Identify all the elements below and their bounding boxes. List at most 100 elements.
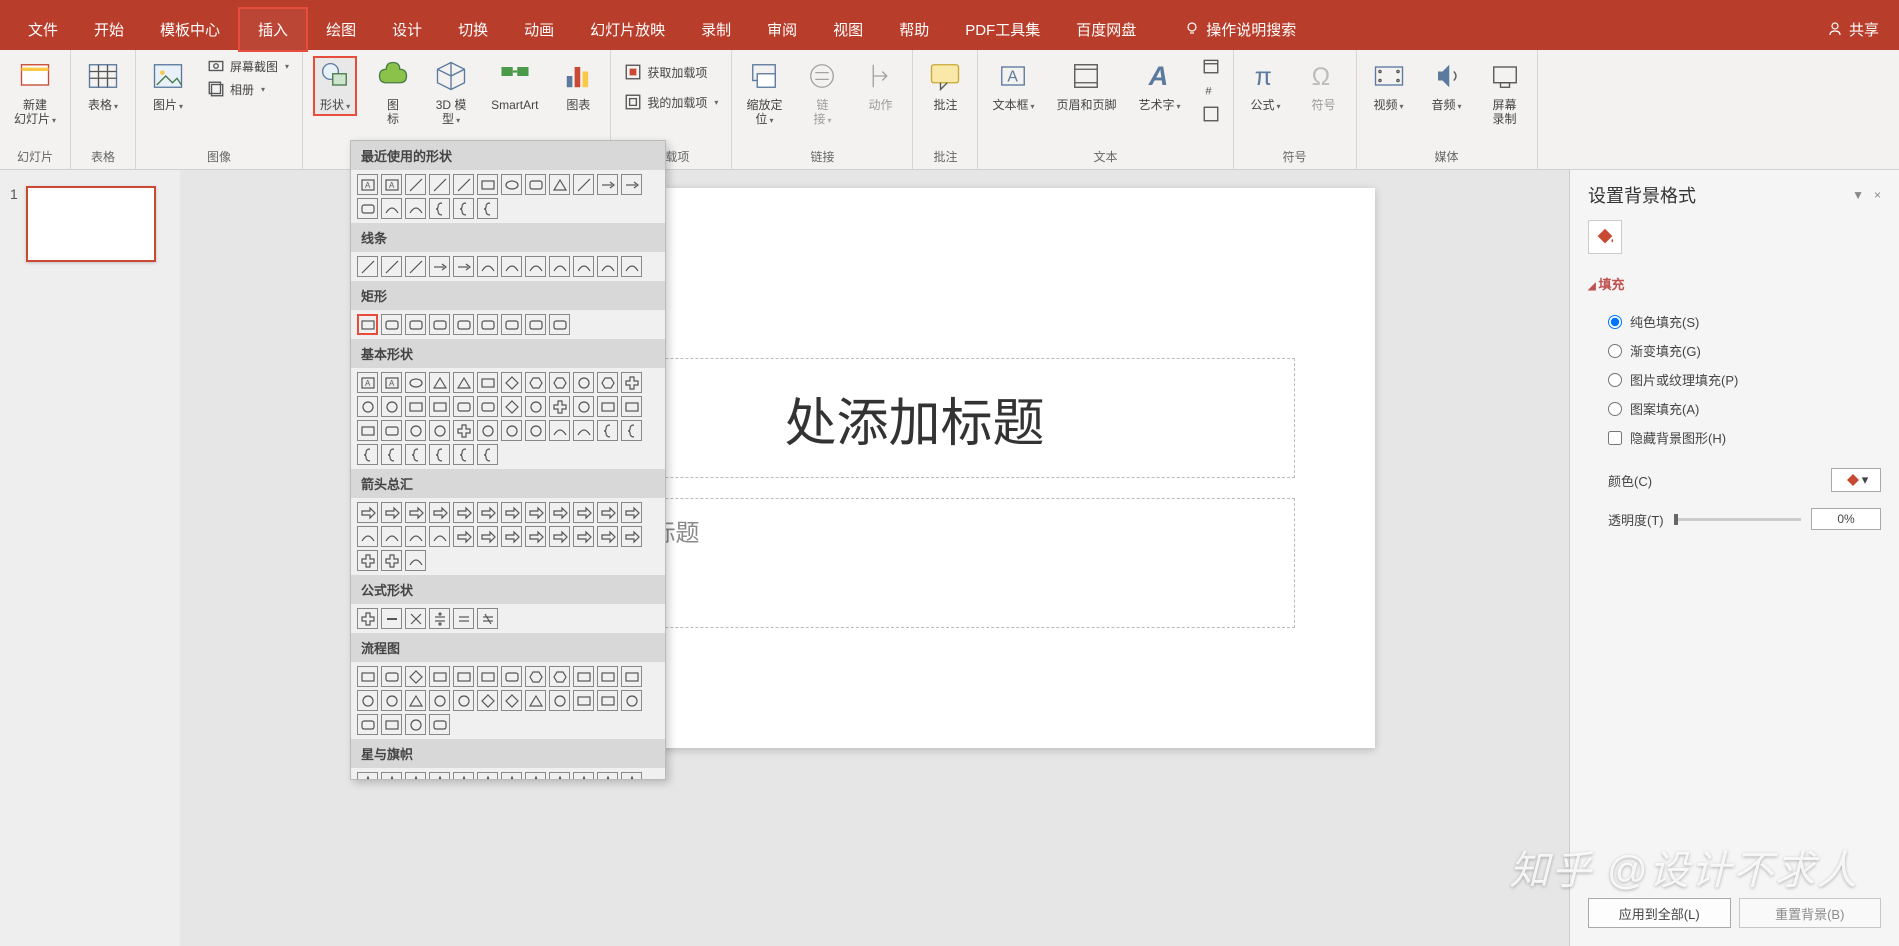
- shape-item[interactable]: A: [381, 372, 402, 393]
- shape-item[interactable]: [621, 420, 642, 441]
- color-picker-button[interactable]: ▾: [1831, 468, 1881, 492]
- shape-item[interactable]: [501, 372, 522, 393]
- tab-pdf[interactable]: PDF工具集: [947, 9, 1058, 50]
- shape-item[interactable]: [453, 256, 474, 277]
- shape-item[interactable]: [381, 444, 402, 465]
- shape-item[interactable]: [573, 666, 594, 687]
- shape-item[interactable]: [405, 550, 426, 571]
- shape-item[interactable]: [621, 772, 642, 780]
- textbox-button[interactable]: A文本框: [988, 56, 1038, 116]
- shape-item[interactable]: [525, 772, 546, 780]
- tab-draw[interactable]: 绘图: [308, 9, 374, 50]
- shape-item[interactable]: [405, 256, 426, 277]
- shape-item[interactable]: [381, 314, 402, 335]
- screen-record-button[interactable]: 屏幕录制: [1483, 56, 1527, 128]
- icons-button[interactable]: 图标: [371, 56, 415, 128]
- shape-item[interactable]: [453, 608, 474, 629]
- shape-item[interactable]: [453, 174, 474, 195]
- shape-item[interactable]: [429, 256, 450, 277]
- shape-item[interactable]: [501, 256, 522, 277]
- shape-item[interactable]: [501, 396, 522, 417]
- shape-item[interactable]: [453, 526, 474, 547]
- shape-item[interactable]: [357, 714, 378, 735]
- shape-item[interactable]: [429, 174, 450, 195]
- shape-item[interactable]: [357, 666, 378, 687]
- tab-design[interactable]: 设计: [374, 9, 440, 50]
- tab-record[interactable]: 录制: [683, 9, 749, 50]
- shape-item[interactable]: [549, 420, 570, 441]
- shape-item[interactable]: [501, 502, 522, 523]
- shape-item[interactable]: [549, 526, 570, 547]
- date-button[interactable]: [1199, 56, 1223, 76]
- shape-item[interactable]: [357, 420, 378, 441]
- shape-item[interactable]: [405, 420, 426, 441]
- tab-view[interactable]: 视图: [815, 9, 881, 50]
- shape-item[interactable]: [357, 198, 378, 219]
- shape-item[interactable]: [405, 198, 426, 219]
- shape-item[interactable]: [549, 372, 570, 393]
- shape-item[interactable]: [525, 372, 546, 393]
- shape-item[interactable]: [549, 690, 570, 711]
- shape-item[interactable]: [381, 396, 402, 417]
- tab-file[interactable]: 文件: [10, 9, 76, 50]
- shape-item[interactable]: [501, 690, 522, 711]
- shape-item[interactable]: [381, 714, 402, 735]
- shape-item[interactable]: [429, 420, 450, 441]
- shape-item[interactable]: [501, 174, 522, 195]
- shape-item[interactable]: [453, 198, 474, 219]
- thumbnail-slide-1[interactable]: [26, 186, 156, 262]
- shape-item[interactable]: [453, 690, 474, 711]
- shape-item[interactable]: [429, 502, 450, 523]
- shape-item[interactable]: [453, 420, 474, 441]
- shape-item[interactable]: [621, 666, 642, 687]
- shape-item[interactable]: [525, 174, 546, 195]
- shape-item[interactable]: [357, 550, 378, 571]
- shape-item[interactable]: [621, 690, 642, 711]
- shape-item[interactable]: [357, 314, 378, 335]
- shape-item[interactable]: [429, 444, 450, 465]
- shape-item[interactable]: [357, 526, 378, 547]
- audio-button[interactable]: 音频: [1425, 56, 1469, 116]
- shape-item[interactable]: [429, 526, 450, 547]
- shape-item[interactable]: [429, 772, 450, 780]
- shape-item[interactable]: [477, 502, 498, 523]
- shape-item[interactable]: A: [381, 174, 402, 195]
- shape-item[interactable]: [525, 314, 546, 335]
- smartart-button[interactable]: SmartArt: [487, 56, 542, 114]
- shape-item[interactable]: [597, 526, 618, 547]
- action-button[interactable]: 动作: [858, 56, 902, 114]
- tab-animation[interactable]: 动画: [506, 9, 572, 50]
- shape-item[interactable]: [357, 608, 378, 629]
- get-addins-button[interactable]: 获取加载项: [621, 62, 721, 82]
- shape-item[interactable]: [597, 690, 618, 711]
- shape-item[interactable]: [573, 396, 594, 417]
- tell-me-search[interactable]: 操作说明搜索: [1184, 19, 1296, 40]
- shape-item[interactable]: [501, 666, 522, 687]
- fill-section-header[interactable]: 填充: [1588, 268, 1881, 299]
- gradient-fill-radio[interactable]: 渐变填充(G): [1608, 336, 1881, 365]
- shape-item[interactable]: [477, 666, 498, 687]
- shape-item[interactable]: [405, 690, 426, 711]
- shape-item[interactable]: A: [357, 372, 378, 393]
- shape-item[interactable]: [549, 396, 570, 417]
- shape-item[interactable]: [429, 314, 450, 335]
- shape-item[interactable]: [525, 396, 546, 417]
- shape-item[interactable]: [429, 396, 450, 417]
- symbol-button[interactable]: Ω符号: [1302, 56, 1346, 114]
- shape-item[interactable]: [477, 608, 498, 629]
- shape-item[interactable]: [381, 608, 402, 629]
- shape-item[interactable]: [549, 174, 570, 195]
- shape-item[interactable]: [405, 772, 426, 780]
- slide-number-button[interactable]: #: [1199, 80, 1223, 100]
- transparency-value[interactable]: 0%: [1811, 508, 1881, 530]
- comment-button[interactable]: 批注: [923, 56, 967, 114]
- solid-fill-radio[interactable]: 纯色填充(S): [1608, 307, 1881, 336]
- shape-item[interactable]: [357, 502, 378, 523]
- shape-item[interactable]: [525, 526, 546, 547]
- shape-item[interactable]: [453, 396, 474, 417]
- shape-item[interactable]: [573, 256, 594, 277]
- share-button[interactable]: 共享: [1827, 19, 1879, 40]
- chart-button[interactable]: 图表: [556, 56, 600, 114]
- shape-item[interactable]: [549, 502, 570, 523]
- shape-item[interactable]: [429, 690, 450, 711]
